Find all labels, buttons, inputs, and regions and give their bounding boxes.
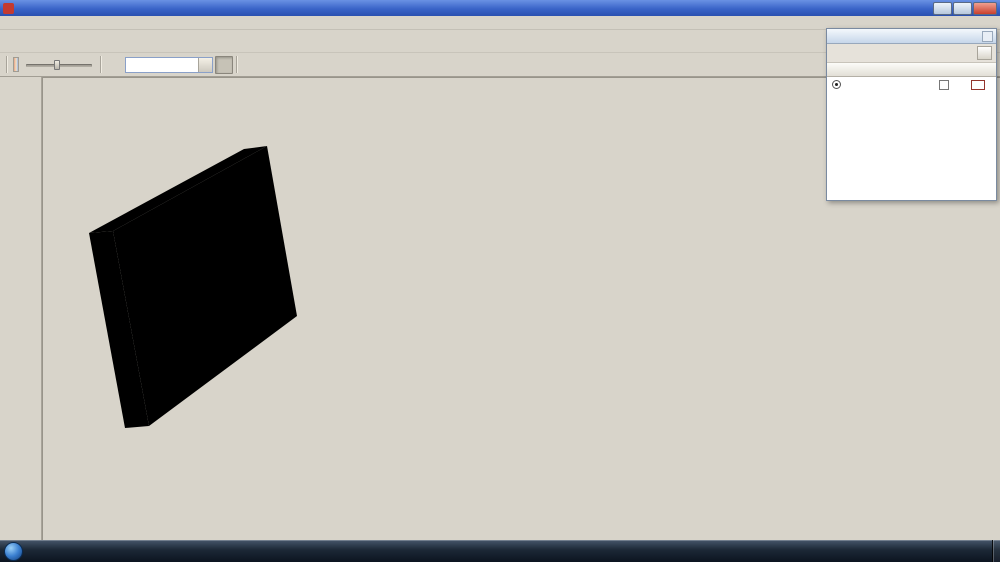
maximize-button[interactable] (953, 1, 972, 15)
toolbar-separator (6, 56, 8, 73)
layer-manager-button[interactable] (215, 55, 233, 74)
layers-panel-titlebar[interactable] (827, 29, 996, 44)
layer-row[interactable] (827, 77, 996, 92)
taskbar (0, 540, 1000, 562)
tool-palette (0, 77, 42, 540)
slider-handle[interactable] (53, 59, 60, 70)
minimize-button[interactable] (933, 1, 952, 15)
start-button[interactable] (4, 541, 23, 561)
close-button[interactable] (973, 1, 997, 15)
layers-table-header (827, 63, 996, 77)
window-controls (933, 1, 997, 15)
green-axis-negative (43, 427, 146, 540)
layer-color-swatch[interactable] (971, 79, 985, 90)
show-desktop-button[interactable] (992, 540, 1000, 562)
layers-panel (826, 28, 997, 201)
layer-visible-checkbox[interactable] (939, 79, 949, 90)
layer-details-arrow-button[interactable] (977, 46, 992, 60)
layer-check-button[interactable] (105, 56, 123, 74)
chevron-down-icon[interactable] (198, 57, 212, 72)
date-slider[interactable] (13, 57, 19, 72)
panel-close-button[interactable] (982, 30, 993, 42)
layer-active-radio[interactable] (832, 80, 841, 89)
layer-visible-cell (926, 79, 962, 90)
time-slider (23, 58, 95, 72)
scroll-indicator[interactable] (987, 388, 994, 430)
toolbar-separator (236, 56, 238, 73)
time-slider-track[interactable] (26, 58, 92, 72)
sketchup-logo-icon (3, 2, 14, 14)
layers-panel-toolbar (827, 44, 996, 63)
toolbar-separator (100, 56, 102, 73)
red-axis (146, 427, 1000, 540)
layers-list (827, 77, 996, 200)
layer-dropdown[interactable] (125, 56, 213, 73)
layer-color-cell (962, 79, 994, 90)
titlebar (0, 0, 1000, 16)
blue-axis-negative (146, 427, 184, 540)
